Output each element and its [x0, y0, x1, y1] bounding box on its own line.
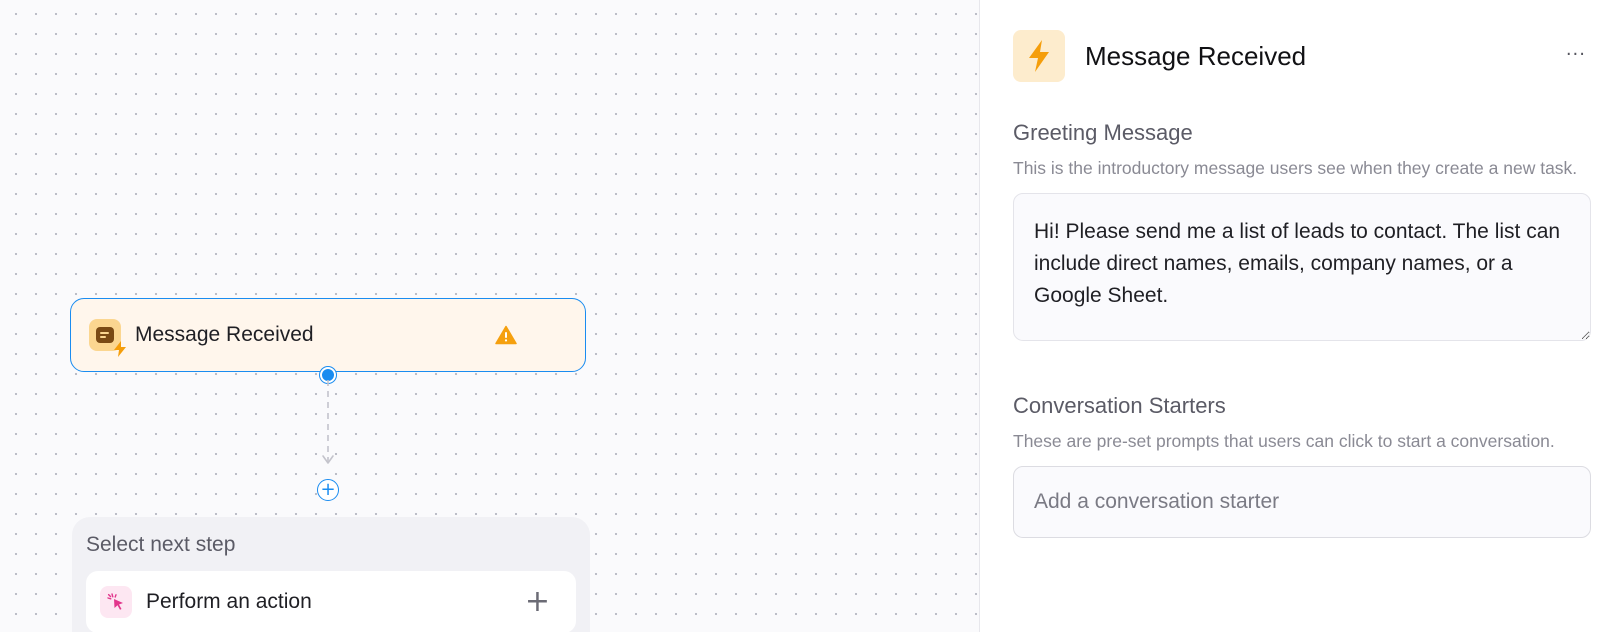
message-trigger-icon — [89, 319, 126, 357]
warning-icon[interactable] — [495, 325, 517, 345]
trigger-node-message-received[interactable]: Message Received — [70, 298, 586, 372]
workflow-canvas[interactable]: Message Received + Select next step Perf… — [0, 0, 979, 632]
trigger-node-title: Message Received — [135, 323, 314, 346]
conversation-starter-input[interactable] — [1013, 466, 1591, 538]
greeting-message-textarea[interactable]: Hi! Please send me a list of leads to co… — [1013, 193, 1591, 341]
perform-action-label: Perform an action — [146, 590, 312, 613]
greeting-message-help: This is the introductory message users s… — [1013, 158, 1578, 178]
bolt-icon — [114, 341, 126, 357]
next-step-title: Select next step — [86, 533, 236, 556]
panel-title: Message Received — [1085, 40, 1307, 71]
add-step-button[interactable]: + — [317, 479, 339, 501]
plus-icon[interactable]: + — [525, 587, 550, 617]
conversation-starters-label: Conversation Starters — [1013, 393, 1226, 418]
bolt-icon — [1013, 30, 1065, 82]
perform-action-option[interactable]: Perform an action + — [86, 571, 576, 632]
next-step-panel: Select next step Perform an action + — [72, 517, 590, 632]
more-options-icon[interactable]: ··· — [1566, 44, 1586, 65]
node-settings-panel: Message Received ··· Greeting Message Th… — [979, 0, 1600, 632]
conversation-starters-help: These are pre-set prompts that users can… — [1013, 431, 1555, 451]
panel-header: Message Received ··· — [1013, 30, 1600, 82]
cursor-click-icon — [100, 586, 132, 618]
greeting-message-label: Greeting Message — [1013, 120, 1193, 145]
connector-line — [322, 380, 334, 464]
workflow-editor: Message Received + Select next step Perf… — [0, 0, 1600, 632]
